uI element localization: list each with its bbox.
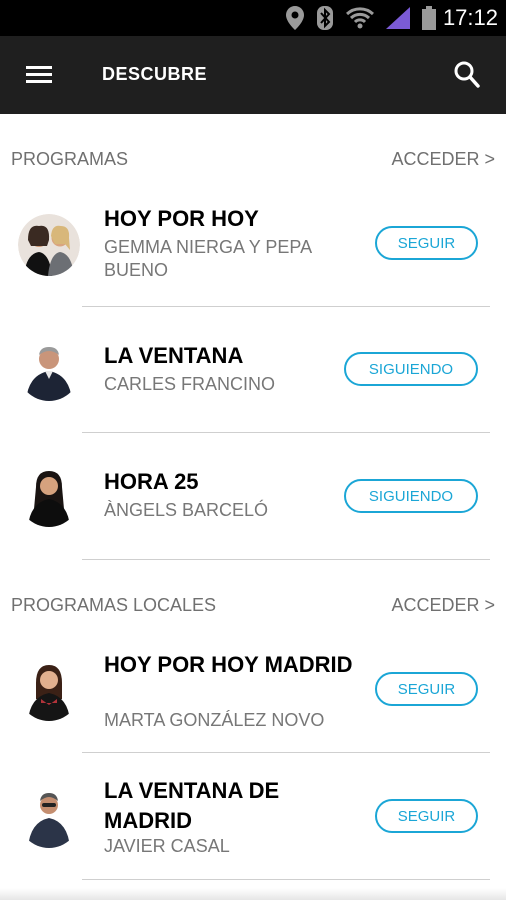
siguiendo-button[interactable]: SIGUIENDO [344, 479, 478, 513]
program-title: HORA 25 [104, 469, 199, 494]
section-title: PROGRAMAS [11, 148, 129, 169]
menu-icon[interactable] [26, 66, 52, 84]
wifi-icon [346, 7, 374, 29]
list-item[interactable]: HOY POR HOY MADRID MARTA GONZÁLEZ NOVO S… [0, 628, 506, 754]
signal-icon [386, 7, 410, 29]
divider [82, 879, 490, 880]
avatar [18, 339, 80, 401]
section-title: PROGRAMAS LOCALES [11, 594, 217, 615]
program-hosts: GEMMA NIERGA Y PEPA BUENO [104, 237, 312, 280]
program-hosts: CARLES FRANCINO [104, 374, 276, 394]
status-time: 17:12 [442, 5, 498, 30]
avatar [18, 659, 80, 721]
acceder-link[interactable]: ACCEDER > [391, 149, 495, 170]
status-icons [286, 6, 436, 30]
list-item[interactable]: HOY POR HOY GEMMA NIERGA Y PEPA BUENO SE… [0, 182, 506, 308]
avatar [18, 465, 80, 527]
program-hosts: JAVIER CASAL [104, 836, 230, 856]
acceder-link[interactable]: ACCEDER > [391, 595, 495, 616]
section-header-programas-locales: PROGRAMAS LOCALES ACCEDER > [11, 593, 495, 617]
bottom-shadow [0, 888, 506, 900]
search-icon[interactable] [454, 61, 480, 89]
bluetooth-icon [317, 6, 333, 30]
avatar [18, 786, 80, 848]
siguiendo-button[interactable]: SIGUIENDO [344, 352, 478, 386]
section-header-programas: PROGRAMAS ACCEDER > [11, 147, 495, 171]
list-item[interactable]: LA VENTANA DE MADRID JAVIER CASAL SEGUIR [0, 754, 506, 880]
program-title: HOY POR HOY MADRID [104, 652, 353, 677]
program-hosts: MARTA GONZÁLEZ NOVO [104, 710, 325, 730]
page-title: DESCUBRE [102, 64, 208, 84]
status-bar: 17:12 [0, 0, 506, 36]
app-bar: DESCUBRE [0, 36, 506, 114]
seguir-button[interactable]: SEGUIR [375, 672, 478, 706]
divider [82, 752, 490, 753]
program-hosts: ÀNGELS BARCELÓ [104, 500, 269, 520]
seguir-button[interactable]: SEGUIR [375, 226, 478, 260]
location-icon [286, 6, 304, 30]
list-item[interactable]: HORA 25 ÀNGELS BARCELÓ SIGUIENDO [0, 433, 506, 559]
divider [82, 559, 490, 560]
program-title: LA VENTANA [104, 343, 244, 368]
program-title: LA VENTANA DE MADRID [104, 778, 280, 833]
seguir-button[interactable]: SEGUIR [375, 799, 478, 833]
program-title: HOY POR HOY [104, 206, 259, 231]
avatar [18, 214, 80, 276]
battery-icon [422, 6, 436, 30]
list-item[interactable]: LA VENTANA CARLES FRANCINO SIGUIENDO [0, 307, 506, 433]
